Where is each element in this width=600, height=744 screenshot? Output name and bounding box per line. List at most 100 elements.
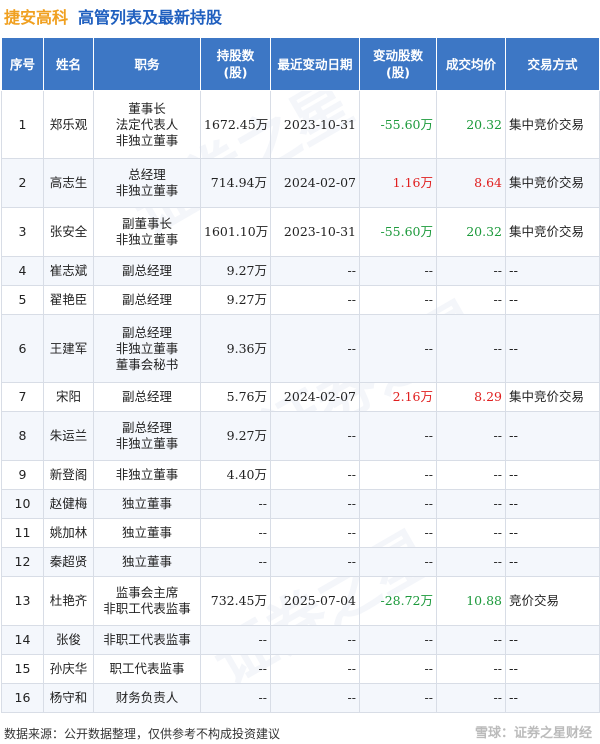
shares-changed: --: [359, 518, 437, 548]
trade-method: 集中竞价交易: [505, 158, 600, 208]
table-row: 8 朱运兰 副总经理 非独立董事 9.27万 -- -- -- --: [1, 411, 600, 461]
table-row: 15 孙庆华 职工代表监事 -- -- -- -- --: [1, 654, 600, 684]
avg-trade-price: --: [436, 256, 506, 286]
col-header: 变动股数 (股): [359, 37, 437, 91]
last-change-date: --: [270, 460, 360, 490]
row-index: 6: [1, 314, 44, 383]
executive-duties: 副总经理: [93, 256, 201, 286]
row-index: 3: [1, 207, 44, 257]
executive-duties: 职工代表监事: [93, 654, 201, 684]
row-index: 10: [1, 489, 44, 519]
avg-trade-price: 20.32: [436, 90, 506, 159]
avg-trade-price: --: [436, 411, 506, 461]
executive-duties: 副董事长 非独立董事: [93, 207, 201, 257]
row-index: 8: [1, 411, 44, 461]
executive-name: 高志生: [43, 158, 94, 208]
row-index: 16: [1, 683, 44, 713]
table-row: 10 赵健梅 独立董事 -- -- -- -- --: [1, 489, 600, 519]
shares-changed: --: [359, 285, 437, 315]
shares-held: 9.27万: [200, 285, 271, 315]
table-row: 9 新登阁 非独立董事 4.40万 -- -- -- --: [1, 460, 600, 490]
last-change-date: --: [270, 654, 360, 684]
trade-method: --: [505, 683, 600, 713]
shares-changed: 1.16万: [359, 158, 437, 208]
company-name: 捷安高科: [4, 8, 69, 27]
trade-method: 集中竞价交易: [505, 90, 600, 159]
row-index: 5: [1, 285, 44, 315]
table-row: 14 张俊 非职工代表监事 -- -- -- -- --: [1, 625, 600, 655]
shares-held: --: [200, 489, 271, 519]
executive-name: 杜艳齐: [43, 576, 94, 626]
last-change-date: --: [270, 625, 360, 655]
executive-duties: 副总经理 非独立董事 董事会秘书: [93, 314, 201, 383]
last-change-date: --: [270, 547, 360, 577]
avg-trade-price: --: [436, 683, 506, 713]
trade-method: --: [505, 518, 600, 548]
table-header-row: 序号 姓名 职务 持股数 (股) 最近变动日期 变动股数 (股) 成交均价 交易…: [1, 37, 600, 91]
shares-changed: --: [359, 547, 437, 577]
trade-method: --: [505, 256, 600, 286]
shares-changed: --: [359, 411, 437, 461]
avg-trade-price: --: [436, 654, 506, 684]
shares-held: 9.36万: [200, 314, 271, 383]
last-change-date: --: [270, 518, 360, 548]
executive-name: 新登阁: [43, 460, 94, 490]
col-header: 姓名: [43, 37, 94, 91]
avg-trade-price: --: [436, 518, 506, 548]
row-index: 11: [1, 518, 44, 548]
row-index: 15: [1, 654, 44, 684]
trade-method: 集中竞价交易: [505, 382, 600, 412]
shares-held: 5.76万: [200, 382, 271, 412]
row-index: 4: [1, 256, 44, 286]
table-row: 3 张安全 副董事长 非独立董事 1601.10万 2023-10-31 -55.60万 2…: [1, 207, 600, 257]
avg-trade-price: --: [436, 314, 506, 383]
shares-changed: --: [359, 314, 437, 383]
executive-name: 秦超贤: [43, 547, 94, 577]
executive-duties: 董事长 法定代表人 非独立董事: [93, 90, 201, 159]
executive-duties: 副总经理 非独立董事: [93, 411, 201, 461]
table-row: 5 翟艳臣 副总经理 9.27万 -- -- -- --: [1, 285, 600, 315]
executive-name: 孙庆华: [43, 654, 94, 684]
executive-duties: 副总经理: [93, 285, 201, 315]
col-header: 交易方式: [505, 37, 600, 91]
executive-duties: 监事会主席 非职工代表监事: [93, 576, 201, 626]
last-change-date: --: [270, 285, 360, 315]
row-index: 2: [1, 158, 44, 208]
avg-trade-price: 8.64: [436, 158, 506, 208]
last-change-date: --: [270, 256, 360, 286]
executive-name: 翟艳臣: [43, 285, 94, 315]
last-change-date: --: [270, 411, 360, 461]
executive-duties: 独立董事: [93, 547, 201, 577]
shares-changed: --: [359, 654, 437, 684]
shares-held: 9.27万: [200, 256, 271, 286]
trade-method: 集中竞价交易: [505, 207, 600, 257]
table-row: 2 高志生 总经理 非独立董事 714.94万 2024-02-07 1.16万 8.64 集…: [1, 158, 600, 208]
executive-holdings-table: 序号 姓名 职务 持股数 (股) 最近变动日期 变动股数 (股) 成交均价 交易…: [1, 37, 600, 713]
table-row: 12 秦超贤 独立董事 -- -- -- -- --: [1, 547, 600, 577]
avg-trade-price: --: [436, 460, 506, 490]
executive-name: 张俊: [43, 625, 94, 655]
shares-changed: --: [359, 625, 437, 655]
executive-name: 王建军: [43, 314, 94, 383]
shares-changed: -55.60万: [359, 207, 437, 257]
table-row: 1 郑乐观 董事长 法定代表人 非独立董事 1672.45万 2023-10-31 -55…: [1, 90, 600, 159]
table-row: 16 杨守和 财务负责人 -- -- -- -- --: [1, 683, 600, 713]
executive-duties: 独立董事: [93, 518, 201, 548]
last-change-date: 2024-02-07: [270, 382, 360, 412]
last-change-date: 2023-10-31: [270, 90, 360, 159]
table-row: 4 崔志斌 副总经理 9.27万 -- -- -- --: [1, 256, 600, 286]
shares-held: 732.45万: [200, 576, 271, 626]
executive-name: 张安全: [43, 207, 94, 257]
executive-duties: 非独立董事: [93, 460, 201, 490]
avg-trade-price: 8.29: [436, 382, 506, 412]
table-row: 13 杜艳齐 监事会主席 非职工代表监事 732.45万 2025-07-04 -28.7…: [1, 576, 600, 626]
shares-held: --: [200, 683, 271, 713]
table-row: 7 宋阳 副总经理 5.76万 2024-02-07 2.16万 8.29 集中竞价交易: [1, 382, 600, 412]
trade-method: 竞价交易: [505, 576, 600, 626]
shares-changed: -55.60万: [359, 90, 437, 159]
executive-duties: 副总经理: [93, 382, 201, 412]
shares-held: --: [200, 625, 271, 655]
avg-trade-price: 10.88: [436, 576, 506, 626]
shares-changed: --: [359, 256, 437, 286]
executive-name: 杨守和: [43, 683, 94, 713]
